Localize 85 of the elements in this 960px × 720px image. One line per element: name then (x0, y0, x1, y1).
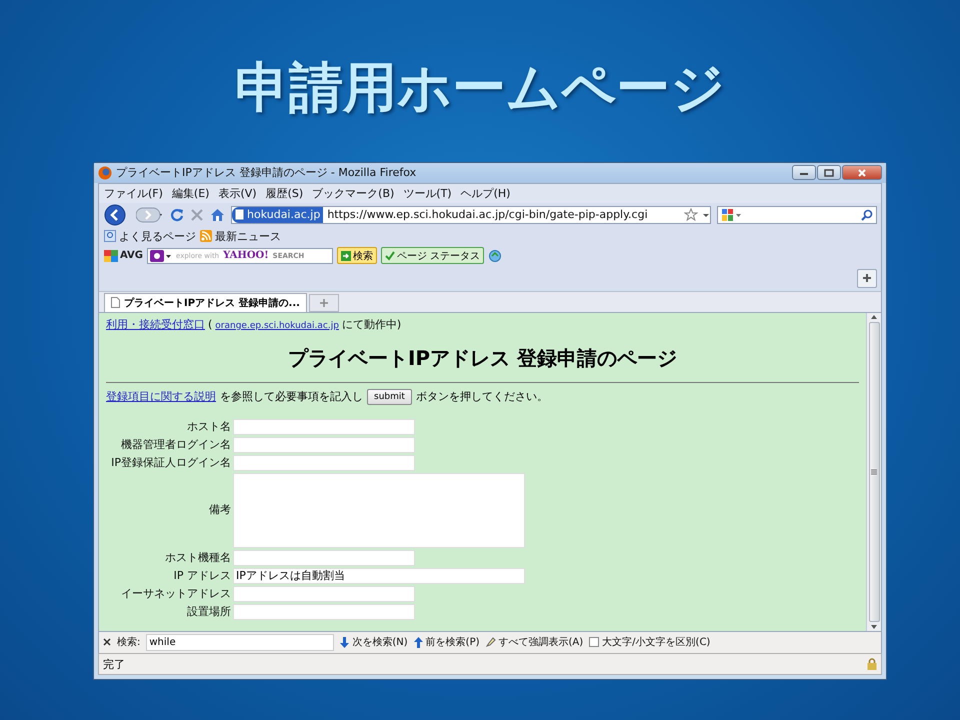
slide-title: 申請用ホームページ (235, 58, 725, 118)
menu-item[interactable]: ファイル(F) (104, 186, 163, 201)
text-field[interactable] (233, 454, 415, 471)
home-icon[interactable] (210, 208, 225, 222)
dropdown-icon[interactable] (702, 212, 710, 218)
text-field[interactable] (233, 586, 415, 602)
field-label: 機器管理者ログイン名 (120, 438, 231, 452)
instruction-text: を参照して必要事項を記入し (220, 389, 363, 404)
submit-button[interactable]: submit (367, 388, 412, 405)
bookmark-item[interactable]: よく見るページ (104, 228, 196, 244)
text-field[interactable] (233, 436, 415, 453)
scroll-down-icon[interactable] (870, 622, 878, 631)
scroll-thumb[interactable] (868, 322, 880, 622)
search-button[interactable]: 検索 (337, 247, 378, 264)
instruction-text: ボタンを押してください。 (416, 389, 548, 404)
menu-item[interactable]: ヘルプ(H) (460, 186, 510, 201)
text-field[interactable]: IPアドレスは自動割当 (233, 568, 525, 584)
search-icon[interactable] (861, 208, 873, 221)
lock-icon (867, 658, 877, 670)
minimize-button[interactable] (792, 165, 816, 180)
browser-logo-icon (98, 166, 112, 180)
field-label: 設置場所 (186, 604, 231, 619)
find-next-button[interactable]: 次を検索(N) (340, 635, 408, 650)
page-status-button[interactable]: ページ ステータス (381, 247, 484, 264)
magnifier-page-icon (104, 230, 116, 242)
link[interactable]: 利用・接続受付窓口 (106, 316, 205, 332)
menu-item[interactable]: 編集(E) (172, 186, 210, 201)
highlighter-icon (486, 637, 496, 648)
field-label: イーサネットアドレス (120, 586, 231, 601)
arrow-icon (341, 250, 352, 261)
page-heading: プライベートIPアドレス 登録申請のページ (286, 346, 678, 370)
find-field[interactable]: while (146, 634, 334, 651)
down-arrow-icon (340, 636, 350, 648)
field-label: ホスト名 (186, 420, 231, 434)
paren-text: ( (208, 318, 212, 331)
text-field[interactable] (233, 604, 415, 620)
brand-logo-icon (104, 250, 118, 262)
search-engine-icon[interactable] (721, 208, 743, 222)
toolbar-brand[interactable]: AVG (104, 250, 144, 262)
maximize-icon (824, 168, 834, 177)
text-field[interactable] (233, 550, 415, 566)
highlight-all-button[interactable]: すべて強調表示(A) (486, 635, 584, 650)
host-link[interactable]: orange.ep.sci.hokudai.ac.jp (215, 320, 339, 331)
menu-item[interactable]: ブックマーク(B) (312, 186, 394, 201)
close-button[interactable] (842, 165, 882, 180)
plus-icon (320, 298, 328, 307)
find-label: 検索: (117, 636, 140, 650)
page-icon (111, 297, 120, 308)
field-label: ホスト機種名 (164, 550, 231, 565)
close-icon (857, 168, 867, 177)
status-note: にて動作中) (342, 316, 402, 332)
match-case-checkbox[interactable]: 大文字/小文字を区別(C) (589, 635, 710, 650)
check-icon (385, 250, 396, 261)
help-link[interactable]: 登録項目に関する説明 (106, 389, 216, 404)
field-label: IP アドレス (172, 568, 231, 583)
add-button[interactable] (857, 268, 877, 288)
menu-item[interactable]: 表示(V) (218, 186, 257, 201)
engine-menu-icon[interactable] (150, 250, 172, 262)
bookmark-item[interactable]: 最新ニュース (200, 228, 281, 244)
forward-icon[interactable] (136, 206, 164, 223)
plus-icon (862, 273, 872, 284)
find-previous-button[interactable]: 前を検索(P) (414, 635, 480, 650)
checkbox[interactable] (589, 637, 600, 648)
feed-icon (200, 230, 212, 242)
site-identity-button[interactable]: hokudai.ac.jp (232, 206, 324, 223)
browser-tab[interactable]: プライベートIPアドレス 登録申請の... (104, 292, 307, 312)
field-label: 備考 (208, 503, 231, 518)
page-icon (235, 209, 244, 220)
field-label: IP登録保証人ログイン名 (110, 456, 231, 470)
scrollbar[interactable] (866, 312, 881, 631)
scroll-up-icon[interactable] (870, 312, 878, 321)
star-icon[interactable] (684, 208, 698, 222)
text-field[interactable] (233, 418, 415, 435)
status-text: 完了 (103, 656, 125, 672)
grip-icon (871, 468, 877, 475)
reload-icon[interactable] (170, 208, 184, 222)
window-title: プライベートIPアドレス 登録申請のページ - Mozilla Firefox (116, 165, 418, 180)
close-icon[interactable] (103, 638, 111, 646)
search-field[interactable] (717, 206, 877, 224)
menu-item[interactable]: ツール(T) (403, 186, 452, 201)
maximize-button[interactable] (817, 165, 841, 180)
address-bar[interactable]: hokudai.ac.jp https://www.ep.sci.hokudai.ac.jp/cgi-bin/gate-pip-apply.cgi (231, 206, 711, 224)
new-tab-button[interactable] (308, 294, 339, 312)
menu-item[interactable]: 履歴(S) (266, 186, 304, 201)
up-arrow-icon (414, 636, 423, 648)
